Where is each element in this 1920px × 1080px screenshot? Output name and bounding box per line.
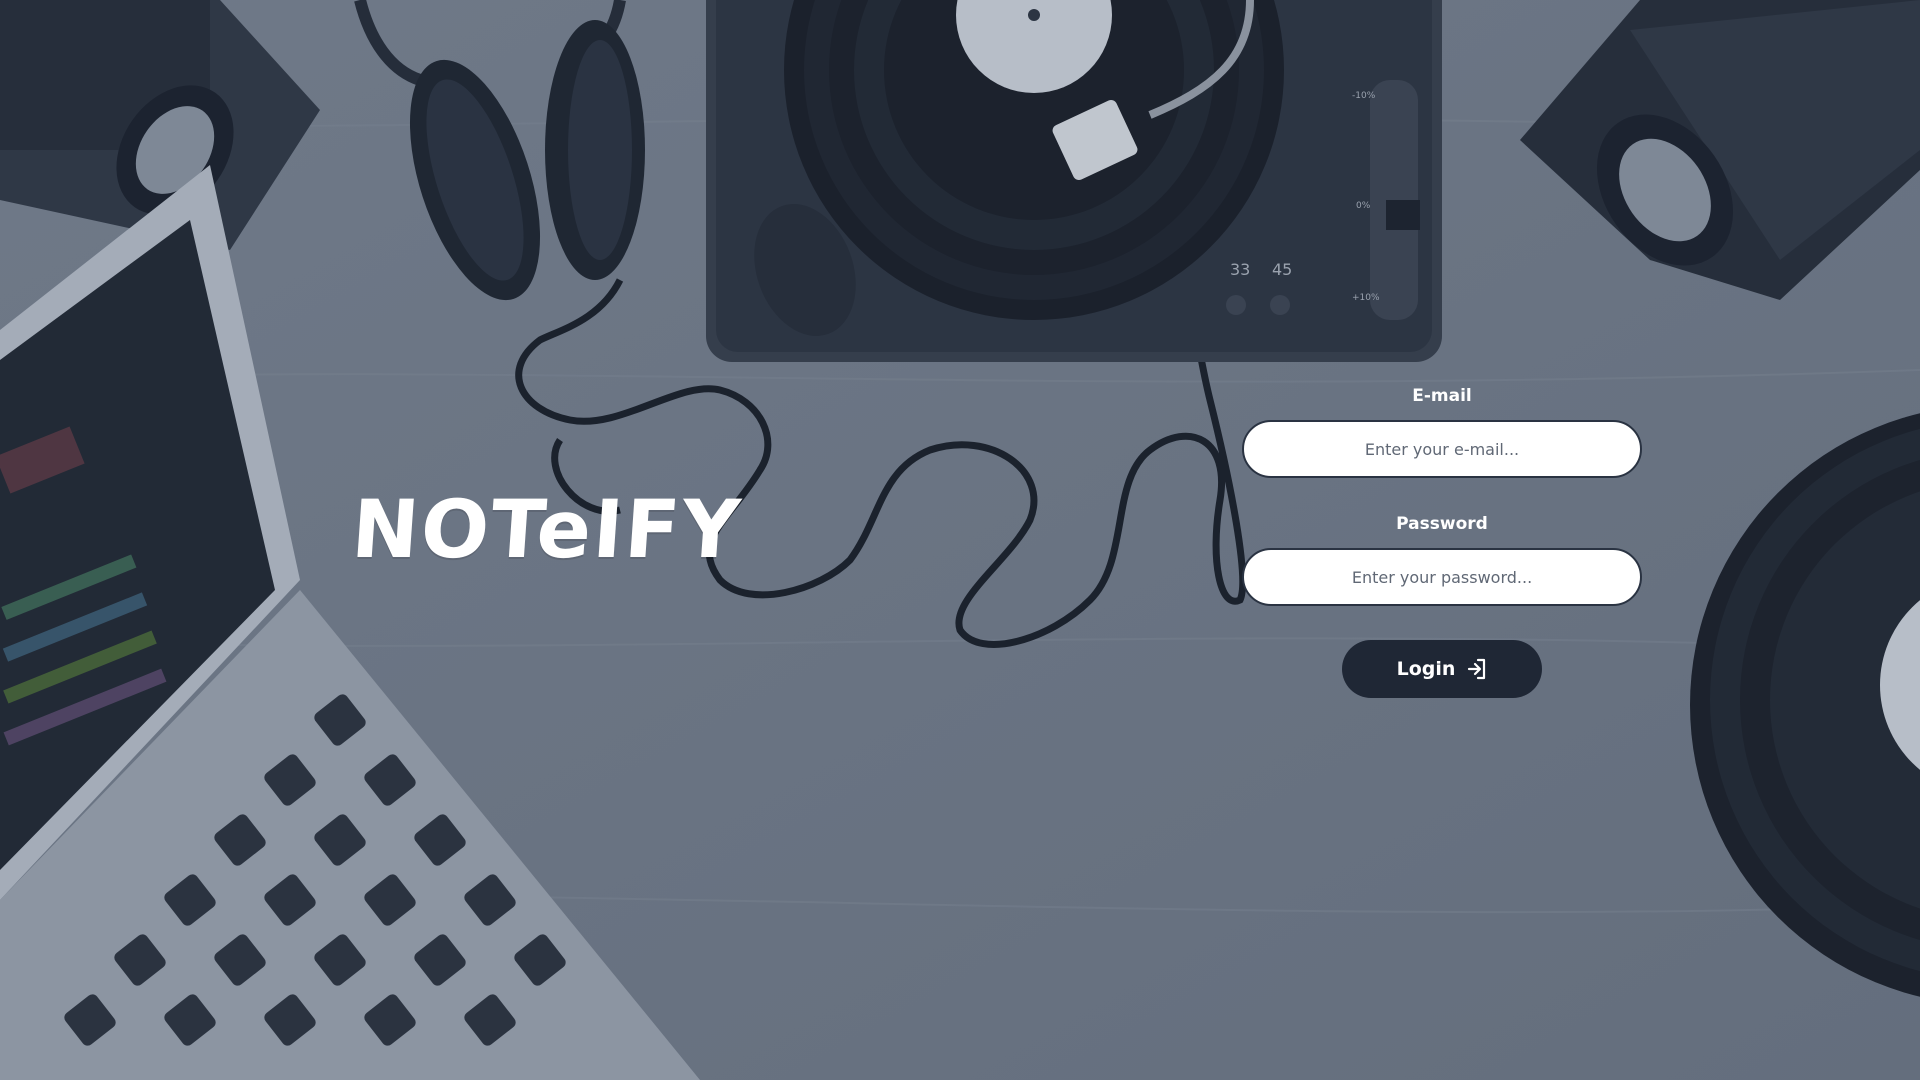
password-field-group: Password xyxy=(1242,512,1642,606)
pitch-minus-label: -10% xyxy=(1352,91,1376,101)
app-logo: NOTeIFY xyxy=(348,483,745,576)
email-label: E-mail xyxy=(1412,386,1472,406)
login-arrow-icon xyxy=(1467,657,1487,681)
speed-33-label: 33 xyxy=(1230,260,1250,279)
speed-45-label: 45 xyxy=(1272,260,1292,279)
turntable-graphic: 33 45 -10% 0% +10% xyxy=(706,0,1442,362)
login-button[interactable]: Login xyxy=(1342,640,1542,698)
password-label: Password xyxy=(1396,514,1488,534)
login-button-label: Login xyxy=(1396,658,1456,680)
pitch-zero-label: 0% xyxy=(1356,201,1371,211)
login-form: E-mail Password Login xyxy=(1242,384,1642,698)
email-field-group: E-mail xyxy=(1242,384,1642,478)
password-input[interactable] xyxy=(1242,548,1642,606)
pitch-plus-label: +10% xyxy=(1352,293,1380,303)
email-input[interactable] xyxy=(1242,420,1642,478)
